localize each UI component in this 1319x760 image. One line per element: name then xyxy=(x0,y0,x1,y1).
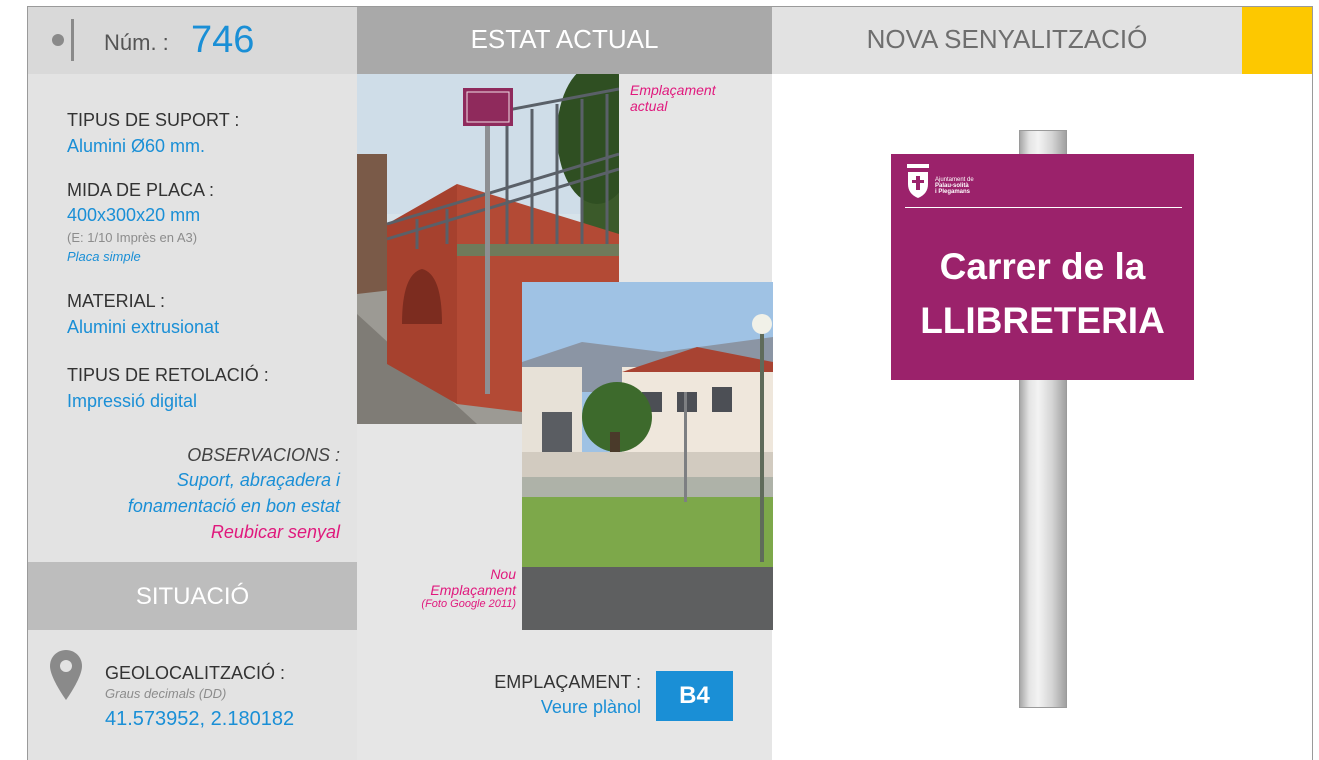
plate-size-value: 400x300x20 mm xyxy=(67,205,201,225)
new-caption-line-2: Emplaçament xyxy=(430,582,516,598)
support-type-label: TIPUS DE SUPORT : xyxy=(67,110,240,130)
new-location-caption: Nou Emplaçament (Foto Google 2011) xyxy=(380,566,516,610)
geolocation-format: Graus decimals (DD) xyxy=(105,686,227,701)
plate-size-label: MIDA DE PLACA : xyxy=(67,180,215,200)
divider-bar xyxy=(71,19,74,61)
municipal-logo-text: Ajuntament de Palau-solità i Plegamans xyxy=(935,177,974,195)
new-location-photo xyxy=(522,282,773,630)
street-name-line-1: Carrer de la xyxy=(939,246,1146,287)
material-value: Alumini extrusionat xyxy=(67,317,220,337)
lettering-value: Impressió digital xyxy=(67,391,198,411)
map-pin-icon xyxy=(50,650,82,700)
current-caption-line-2: actual xyxy=(630,98,668,114)
number-label: Núm. : xyxy=(104,30,169,55)
observations-line-1: Suport, abraçadera i xyxy=(176,470,340,490)
current-location-caption: Emplaçament actual xyxy=(630,82,716,114)
location-label: EMPLAÇAMENT : xyxy=(494,672,641,692)
new-signage-title: NOVA SENYALITZACIÓ xyxy=(866,24,1148,54)
map-link[interactable]: Veure plànol xyxy=(455,697,641,718)
observations-line-2: fonamentació en bon estat xyxy=(127,496,340,516)
support-type-value: Alumini Ø60 mm. xyxy=(67,136,206,156)
new-caption-line-1: Nou xyxy=(490,566,516,582)
geolocation-value: 41.573952, 2.180182 xyxy=(105,708,295,730)
observations-label: OBSERVACIONS : xyxy=(187,445,340,465)
plate-scale-note: (E: 1/10 Imprès en A3) xyxy=(67,230,198,245)
dot-icon xyxy=(52,34,64,46)
location-code-badge: B4 xyxy=(656,671,733,721)
header-accent-block xyxy=(1242,7,1312,74)
material-label: MATERIAL : xyxy=(67,291,166,311)
situation-title: SITUACIÓ xyxy=(135,583,250,610)
street-name-line-2: LLIBRETERIA xyxy=(920,300,1165,341)
plate-type-note: Placa simple xyxy=(67,249,141,264)
geolocation-label: GEOLOCALITZACIÓ : xyxy=(105,663,286,683)
current-state-title: ESTAT ACTUAL xyxy=(470,24,659,54)
municipal-logo-icon xyxy=(907,164,929,198)
sign-divider xyxy=(905,207,1182,208)
logo-line-3: i Plegamans xyxy=(935,189,971,195)
current-caption-line-1: Emplaçament xyxy=(630,82,716,98)
observations-line-3: Reubicar senyal xyxy=(210,522,340,542)
street-name: Carrer de la LLIBRETERIA xyxy=(891,240,1194,348)
number-value: 746 xyxy=(191,19,255,61)
lettering-label: TIPUS DE RETOLACIÓ : xyxy=(67,365,269,385)
new-caption-line-3: (Foto Google 2011) xyxy=(421,598,516,610)
